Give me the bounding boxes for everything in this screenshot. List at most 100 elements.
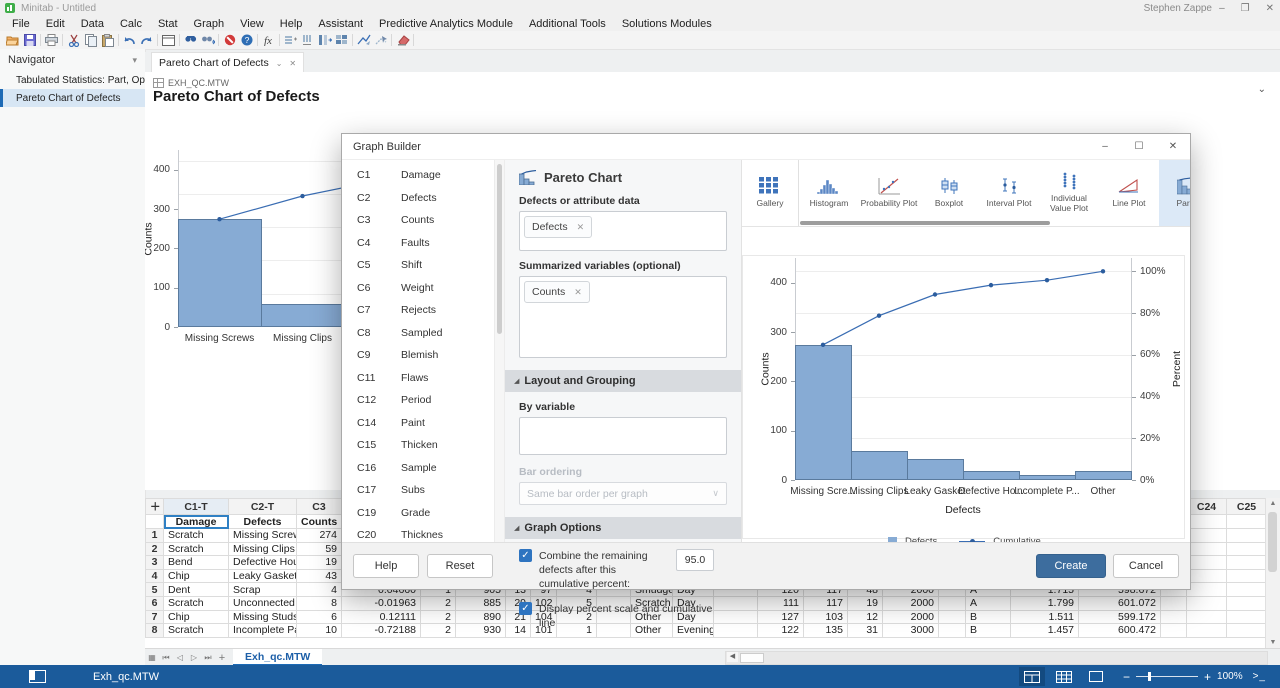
scroll-down-icon[interactable]: ▼ [1266,639,1280,646]
worksheet-cell[interactable] [1227,529,1267,543]
worksheet-cell[interactable]: Scratch [164,529,229,543]
redo-icon[interactable] [138,33,155,48]
gallery-tile-individual-value-plot[interactable]: Individual Value Plot [1039,160,1099,226]
worksheet-cell[interactable] [1187,624,1227,638]
column-header[interactable]: C25 [1227,499,1267,515]
column-list-item[interactable]: C6Weight [342,277,494,300]
minimize-button[interactable]: – [1219,3,1225,14]
gallery-tile-interval-plot[interactable]: Interval Plot [979,160,1039,226]
open-icon[interactable] [4,33,21,48]
worksheet-cell[interactable]: 43 [297,569,342,583]
worksheet-cell[interactable]: Chip [164,610,229,624]
worksheet-cell[interactable]: 4 [146,569,164,583]
worksheet-cell[interactable] [1227,596,1267,610]
column-list-item[interactable]: C8Sampled [342,322,494,345]
worksheet-cell[interactable] [1187,596,1227,610]
combine-defects-checkbox[interactable]: ✓ [519,549,532,562]
navigator-collapse-icon[interactable]: ▾ [132,55,137,66]
worksheet-cell[interactable]: -0.72188 [342,624,421,638]
display-percent-checkbox[interactable]: ✓ [519,602,532,615]
by-variable-field[interactable] [519,417,727,455]
worksheet-cell[interactable] [1187,556,1227,570]
navigator-item[interactable]: Tabulated Statistics: Part, Operator [0,71,145,89]
defects-chip[interactable]: Defects ✕ [524,216,592,238]
worksheet-cell[interactable]: 885 [456,596,506,610]
move-columns-icon[interactable] [316,33,333,48]
column-name-cell[interactable]: Defects [229,515,297,529]
worksheet-cell[interactable]: 6 [146,596,164,610]
help-button[interactable]: Help [353,554,419,578]
formula-icon[interactable]: fx [260,33,277,48]
worksheet-cell[interactable]: 0.12111 [342,610,421,624]
section-layout-grouping[interactable]: ◢ Layout and Grouping [505,370,741,392]
menu-stat[interactable]: Stat [150,18,186,30]
signed-in-user[interactable]: Stephen Zappe [1144,3,1212,14]
worksheet-cell[interactable]: 2000 [883,610,939,624]
column-header[interactable]: C2-T [229,499,297,515]
worksheet-cell[interactable]: 600.472 [1079,624,1161,638]
menu-data[interactable]: Data [73,18,112,30]
worksheet-cell[interactable]: 3000 [883,624,939,638]
worksheet-cell[interactable]: Chip [164,569,229,583]
restore-button[interactable]: ❐ [1241,3,1250,14]
column-list-item[interactable]: C2Defects [342,187,494,210]
cumulative-percent-input[interactable] [676,549,714,571]
worksheet-cell[interactable] [1187,529,1227,543]
section-graph-options[interactable]: ◢ Graph Options [505,517,741,539]
worksheet-cell[interactable]: 2 [421,596,456,610]
zoom-in-icon[interactable]: + [1204,670,1211,684]
worksheet-cell[interactable]: 31 [848,624,883,638]
column-list-item[interactable]: C9Blemish [342,344,494,367]
worksheet-cell[interactable]: 3 [146,556,164,570]
worksheet-cell[interactable]: 274 [297,529,342,543]
worksheet-cell[interactable]: 2 [421,624,456,638]
worksheet-cell[interactable]: Incomplete Part [229,624,297,638]
worksheet-cell[interactable]: 5 [146,583,164,597]
gallery-tile-line-plot[interactable]: Line Plot [1099,160,1159,226]
edit-graph-icon[interactable] [355,33,372,48]
worksheet-cell[interactable]: 12 [848,610,883,624]
worksheet-cell[interactable] [1227,542,1267,556]
new-window-icon[interactable] [160,33,177,48]
save-icon[interactable] [21,33,38,48]
create-button[interactable]: Create [1036,554,1106,578]
worksheet-cell[interactable] [1227,583,1267,597]
worksheet-cell[interactable]: Missing Clips [229,542,297,556]
gallery-tile-histogram[interactable]: Histogram [799,160,859,226]
menu-help[interactable]: Help [272,18,311,30]
worksheet-cell[interactable]: A [966,596,1011,610]
worksheet-cell[interactable] [1227,569,1267,583]
worksheet-cell[interactable] [1161,596,1187,610]
worksheet-cell[interactable]: 8 [297,596,342,610]
defects-field[interactable]: Defects ✕ [519,211,727,251]
worksheet-cell[interactable]: -0.01963 [342,596,421,610]
worksheet-cell[interactable]: Scrap [229,583,297,597]
zoom-level[interactable]: 100% [1217,671,1243,682]
column-list-item[interactable]: C20Thicknes [342,524,494,542]
worksheet-cell[interactable]: 1.799 [1011,596,1079,610]
column-list-item[interactable]: C19Grade [342,502,494,525]
worksheet-cell[interactable]: 111 [758,596,804,610]
next-worksheet-icon[interactable]: ▷ [187,653,201,662]
select-items-icon[interactable] [372,33,389,48]
column-header[interactable]: ＋ [146,499,164,515]
column-list-item[interactable]: C1Damage [342,164,494,187]
scroll-up-icon[interactable]: ▲ [1266,500,1280,507]
worksheet-cell[interactable]: 1.511 [1011,610,1079,624]
paste-icon[interactable] [99,33,116,48]
column-list-item[interactable]: C11Flaws [342,367,494,390]
column-name-cell[interactable] [146,515,164,529]
worksheet-cell[interactable]: 2 [146,542,164,556]
column-name-cell[interactable]: Counts [297,515,342,529]
menu-calc[interactable]: Calc [112,18,150,30]
worksheet-cell[interactable] [1187,583,1227,597]
menu-assistant[interactable]: Assistant [310,18,371,30]
worksheet-cell[interactable]: Bend [164,556,229,570]
gallery-tile-gallery[interactable]: Gallery [742,160,799,226]
worksheet-cell[interactable] [1187,610,1227,624]
worksheet-cell[interactable]: Leaky Gasket [229,569,297,583]
worksheet-cell[interactable]: Dent [164,583,229,597]
menu-predictive-analytics-module[interactable]: Predictive Analytics Module [371,18,521,30]
column-list-item[interactable]: C3Counts [342,209,494,232]
worksheet-cell[interactable]: 599.172 [1079,610,1161,624]
